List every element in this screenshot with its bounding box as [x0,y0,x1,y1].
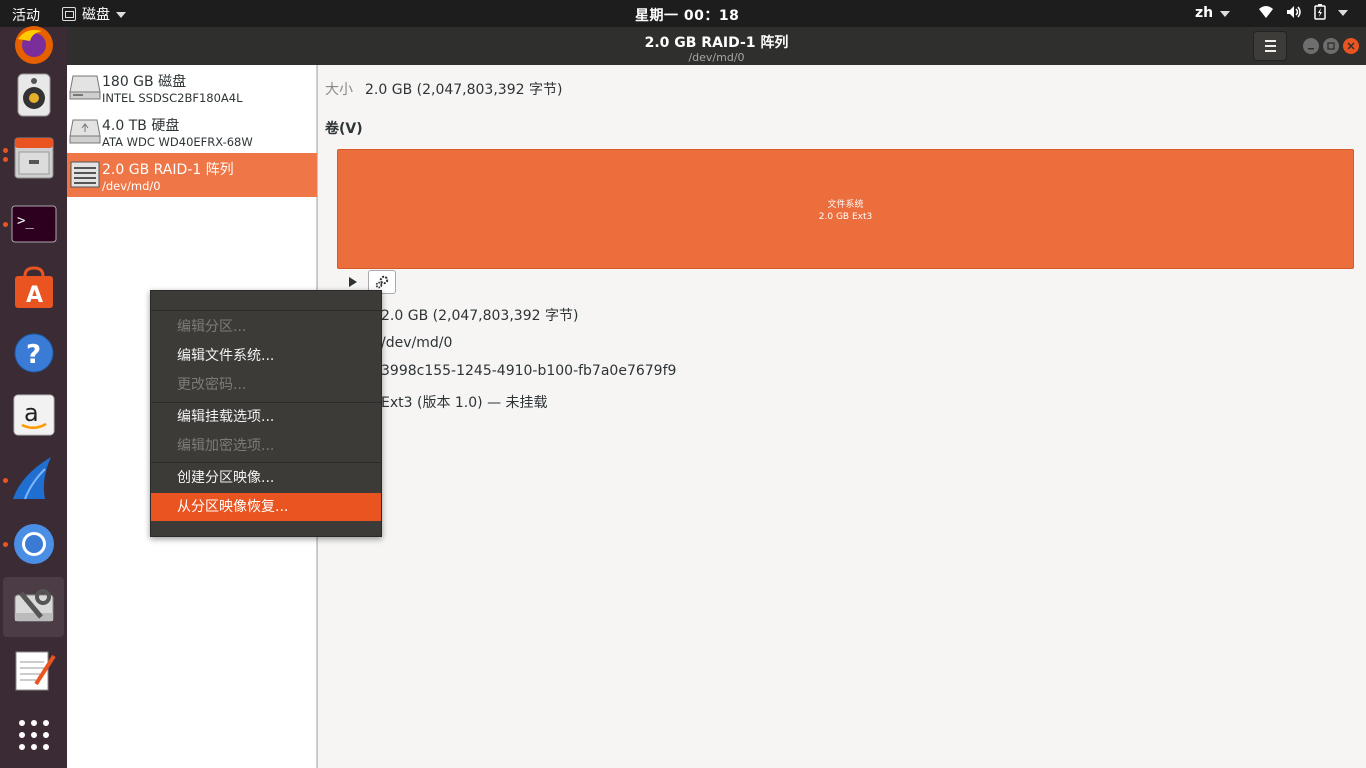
software-bag-icon: A [14,266,53,308]
dock-software[interactable]: A [3,258,64,318]
speaker-icon [17,73,50,117]
detail-device: /dev/md/0 [381,335,453,351]
chevron-down-icon [1220,11,1231,17]
app-grid-icon [18,720,49,750]
disk-model: ATA WDC WD40EFRX-68W [102,135,253,149]
dock-rhythmbox[interactable] [3,65,64,125]
size-value: 2.0 GB (2,047,803,392 字节) [365,82,563,98]
window-subtitle: /dev/md/0 [688,51,745,64]
disks-app-icon [62,7,76,21]
chevron-down-icon [1338,10,1348,16]
menu-item-edit-partition[interactable]: 编辑分区... [151,313,381,341]
notepad-icon [15,651,56,691]
svg-text:?: ? [26,340,41,370]
partition-label: 文件系统 [827,200,864,210]
shark-fin-icon [12,457,51,500]
dock-show-apps[interactable] [3,705,64,765]
file-cabinet-icon [14,137,53,179]
maximize-icon [1327,42,1335,50]
hdd-icon [69,119,101,144]
dock-chromium[interactable] [3,514,64,574]
svg-text:A: A [26,283,43,308]
close-icon [1347,42,1355,50]
disk-name: 2.0 GB RAID-1 阵列 [102,162,234,178]
close-button[interactable] [1343,38,1359,54]
dock-text-editor[interactable] [3,640,64,700]
disk-details-pane: 大小 2.0 GB (2,047,803,392 字节) 卷(V) 文件系统 2.… [318,65,1366,768]
disk-model: INTEL SSDSC2BF180A4L [102,91,243,105]
menu-item-create-image[interactable]: 创建分区映像... [151,464,381,492]
system-tray[interactable] [1258,4,1348,20]
partition-block[interactable]: 文件系统 2.0 GB Ext3 [337,149,1354,269]
app-menu[interactable]: 磁盘 [62,4,126,24]
detail-uuid: 3998c155-1245-4910-b100-fb7a0e7679f9 [381,363,677,379]
size-row: 大小 2.0 GB (2,047,803,392 字节) [325,79,562,99]
menu-item-edit-filesystem[interactable]: 编辑文件系统... [151,342,381,370]
size-label: 大小 [325,82,353,98]
hamburger-menu-button[interactable] [1253,31,1287,61]
disk-item-ssd[interactable]: 180 GB 磁盘 INTEL SSDSC2BF180A4L [67,65,317,109]
maximize-button[interactable] [1323,38,1339,54]
menu-separator [151,310,381,311]
dock-help[interactable]: ? [3,323,64,383]
window-title: 2.0 GB RAID-1 阵列 [644,35,789,51]
input-method-label: zh [1195,5,1214,21]
svg-text:>_: >_ [17,213,34,229]
chevron-down-icon [116,12,126,18]
detail-contents: Ext3 (版本 1.0) — 未挂载 [381,395,548,411]
dock-wireshark[interactable] [3,448,64,508]
amazon-icon: a [13,394,54,436]
window-titlebar[interactable]: 2.0 GB RAID-1 阵列 /dev/md/0 [67,27,1366,65]
disk-name: 4.0 TB 硬盘 [102,118,180,134]
disk-item-raid[interactable]: 2.0 GB RAID-1 阵列 /dev/md/0 [67,153,317,197]
clock[interactable]: 星期一 00：18 [635,5,739,25]
detail-size: 2.0 GB (2,047,803,392 字节) [381,308,579,324]
minimize-button[interactable] [1303,38,1319,54]
disk-model: /dev/md/0 [102,179,161,193]
terminal-icon: >_ [11,205,56,243]
dock-files[interactable] [3,128,64,188]
volume-icon [1287,6,1301,18]
firefox-icon [14,26,53,64]
menu-item-restore-image[interactable]: 从分区映像恢复... [151,493,381,521]
menu-item-edit-encryption-options[interactable]: 编辑加密选项... [151,432,381,460]
disk-utility-icon [14,589,53,622]
disk-name: 180 GB 磁盘 [102,74,187,90]
help-icon: ? [14,333,53,373]
partition-context-menu: 编辑分区... 编辑文件系统... 更改密码... 编辑挂载选项... 编辑加密… [150,290,382,537]
dock: >_ A ? a [0,26,67,768]
wifi-icon [1259,6,1273,18]
partition-size: 2.0 GB Ext3 [818,212,873,222]
menu-item-change-passphrase[interactable]: 更改密码... [151,371,381,399]
ssd-icon [69,75,101,100]
menu-separator [151,462,381,463]
svg-text:a: a [24,399,39,427]
dock-terminal[interactable]: >_ [3,194,64,254]
gears-icon [375,275,389,289]
disk-item-hdd[interactable]: 4.0 TB 硬盘 ATA WDC WD40EFRX-68W [67,109,317,153]
raid-icon [70,161,100,188]
menu-item-edit-mount-options[interactable]: 编辑挂载选项... [151,403,381,431]
hamburger-icon [1264,40,1276,42]
chromium-icon [13,524,54,564]
dock-amazon[interactable]: a [3,385,64,445]
volumes-heading: 卷(V) [325,121,363,137]
minimize-icon [1308,48,1314,50]
battery-icon [1314,4,1326,20]
mount-play-icon[interactable] [346,275,360,289]
app-menu-label: 磁盘 [82,7,110,23]
input-method-menu[interactable]: zh [1195,5,1231,21]
dock-disks[interactable] [3,577,64,637]
top-bar: 活动 磁盘 星期一 00：18 zh [0,0,1366,27]
